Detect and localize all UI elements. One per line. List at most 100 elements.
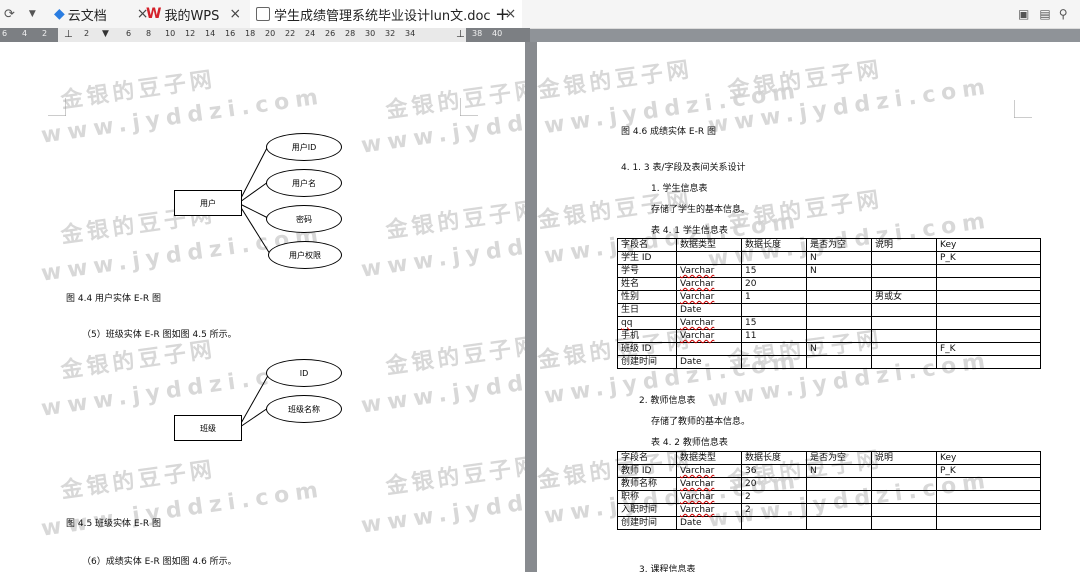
ruler-tick: 14 (205, 29, 216, 38)
table-cell: Varchar (676, 477, 742, 491)
table-header-cell: 数据类型 (676, 238, 742, 252)
student-info-table: 字段名 数据类型 数据长度 是否为空 说明 Key 学生 ID N P_K 学号 Va… (617, 238, 1041, 369)
right-indent-marker-icon[interactable]: ⊥ (456, 29, 465, 40)
new-tab-button[interactable]: + (495, 0, 510, 28)
horizontal-ruler[interactable]: 6 4 2 ⊥ 2 ▼ 6 8 10 12 14 16 18 20 22 24 … (0, 28, 530, 42)
table-cell: Date (676, 303, 742, 317)
ruler-tick: 2 (84, 29, 90, 38)
table-row: 教师 ID Varchar 36 N P_K (617, 464, 1041, 478)
table-row: 班级 ID N F_K (617, 342, 1041, 356)
figure-caption: 图 4.4 用户实体 E-R 图 (66, 294, 161, 304)
table-header-cell: 字段名 (617, 238, 677, 252)
er-attribute: 班级名称 (266, 395, 342, 423)
table-cell: 1 (741, 290, 807, 304)
table-cell (806, 490, 872, 504)
table-cell: Varchar (676, 503, 742, 517)
document-page-left[interactable]: 金银的豆子网 www.jyddzi.com 金银的豆子网 www.jyddzi.… (0, 42, 525, 572)
ruler-tick: 10 (165, 29, 176, 38)
table-cell: N (806, 264, 872, 278)
table-cell (936, 490, 1041, 504)
chevron-down-icon[interactable]: ▼ (29, 9, 36, 19)
window-tools: ▣ ▤ ⚲ (1018, 0, 1067, 28)
table-row: 创建时间 Date (617, 355, 1041, 369)
table-cell: 15 (741, 264, 807, 278)
search-icon[interactable]: ⚲ (1059, 7, 1068, 21)
ruler-tick: 8 (146, 29, 152, 38)
table-cell (936, 303, 1041, 317)
table-row: 入职时间 Varchar 2 (617, 503, 1041, 517)
table-cell (806, 477, 872, 491)
list-item: 1. 学生信息表 (651, 184, 708, 194)
table-cell: Varchar (676, 277, 742, 291)
refresh-icon[interactable]: ⟳ (4, 7, 15, 22)
table-row: 创建时间 Date (617, 516, 1041, 530)
cloud-doc-icon: ◆ (54, 6, 65, 22)
table-header-cell: 数据长度 (741, 238, 807, 252)
table-header-row: 字段名 数据类型 数据长度 是否为空 说明 Key (617, 451, 1041, 465)
table-header-row: 字段名 数据类型 数据长度 是否为空 说明 Key (617, 238, 1041, 252)
table-cell (741, 303, 807, 317)
document-icon (256, 7, 270, 21)
table-header-cell: 数据类型 (676, 451, 742, 465)
cast-icon[interactable]: ▤ (1039, 7, 1050, 21)
table-cell (741, 251, 807, 265)
section-heading: 4. 1. 3 表/字段及表间关系设计 (621, 163, 746, 173)
table-header-cell: Key (936, 451, 1041, 465)
margin-corner-icon (1014, 100, 1032, 118)
table-cell (806, 303, 872, 317)
table-header-cell: 说明 (871, 238, 937, 252)
table-cell: 2 (741, 503, 807, 517)
ruler-tick: 16 (225, 29, 236, 38)
table-title: 表 4. 1 学生信息表 (651, 226, 728, 236)
er-entity-class: 班级 (174, 415, 242, 441)
indent-marker-icon[interactable]: ⊥ (64, 29, 73, 40)
table-cell: 学号 (617, 264, 677, 278)
table-cell: 教师 ID (617, 464, 677, 478)
table-row: 生日 Date (617, 303, 1041, 317)
table-cell (936, 264, 1041, 278)
close-icon[interactable]: × (229, 6, 241, 22)
ruler-tick: 2 (42, 29, 48, 38)
er-attribute: 用户权限 (268, 241, 342, 269)
table-row: 手机 Varchar 11 (617, 329, 1041, 343)
tab-document[interactable]: 学生成绩管理系统毕业设计lun文.doc × (250, 0, 523, 28)
table-cell (806, 277, 872, 291)
tab-marker-icon[interactable]: ▼ (102, 29, 109, 39)
plus-icon[interactable]: + (495, 4, 510, 25)
table-header-cell: 是否为空 (806, 451, 872, 465)
table-cell: N (806, 342, 872, 356)
table-cell (741, 355, 807, 369)
table-cell: 男或女 (871, 290, 937, 304)
table-title: 表 4. 2 教师信息表 (651, 438, 728, 448)
screen-icon[interactable]: ▣ (1018, 7, 1029, 21)
paragraph: （6）成绩实体 E-R 图如图 4.6 所示。 (82, 557, 237, 567)
table-cell (871, 503, 937, 517)
table-cell (871, 303, 937, 317)
table-cell (871, 277, 937, 291)
table-row: 教师名称 Varchar 20 (617, 477, 1041, 491)
table-cell: N (806, 464, 872, 478)
paragraph: （5）班级实体 E-R 图如图 4.5 所示。 (82, 330, 237, 340)
table-cell: Varchar (676, 316, 742, 330)
tab-my-wps[interactable]: W 我的WPS × (146, 0, 241, 28)
er-attribute: 密码 (266, 205, 342, 233)
er-attribute: 用户ID (266, 133, 342, 161)
table-cell (806, 290, 872, 304)
table-cell: P_K (936, 464, 1041, 478)
er-attribute: 用户名 (266, 169, 342, 197)
table-cell (676, 251, 742, 265)
document-page-right[interactable]: 金银的豆子网 www.jyddzi.com 金银的豆子网 www.jyddzi.… (537, 42, 1080, 572)
table-cell: 20 (741, 277, 807, 291)
wps-logo-icon: W (146, 6, 162, 22)
table-cell (871, 464, 937, 478)
ruler-tick: 40 (492, 29, 503, 38)
ruler-tick: 18 (245, 29, 256, 38)
table-cell: Varchar (676, 329, 742, 343)
ruler-tick: 20 (265, 29, 276, 38)
table-cell (936, 316, 1041, 330)
ruler-tick: 22 (285, 29, 296, 38)
tab-cloud-docs[interactable]: ◆ 云文档 × (54, 0, 149, 28)
refresh-menu[interactable]: ⟳ ▼ (4, 0, 36, 28)
ruler-tick: 28 (345, 29, 356, 38)
table-cell: 创建时间 (617, 355, 677, 369)
